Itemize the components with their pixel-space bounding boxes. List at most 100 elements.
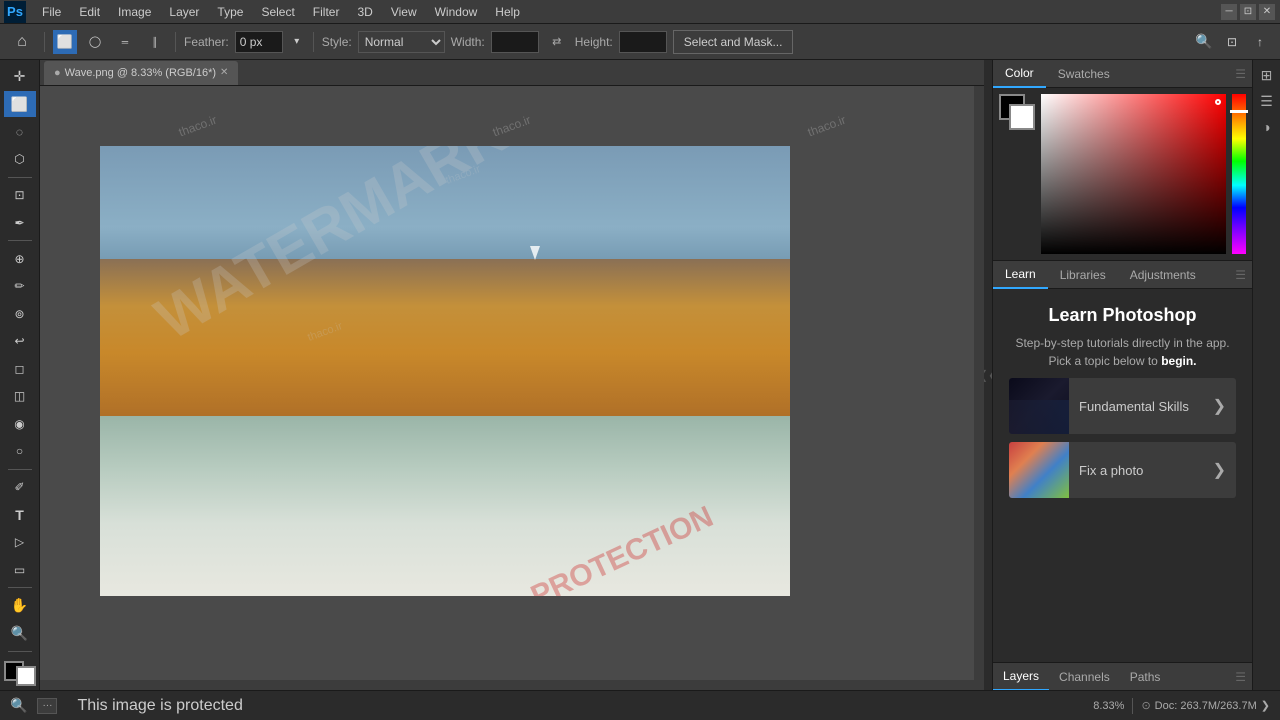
close-button[interactable]: ✕ [1259, 4, 1275, 20]
layers-panel-menu[interactable]: ☰ [1235, 663, 1252, 691]
marquee-ellipse-tool[interactable]: ◯ [83, 30, 107, 54]
search-icon[interactable]: 🔍 [10, 697, 27, 714]
history-tool[interactable]: ↩ [4, 329, 36, 354]
ps-logo: Ps [4, 1, 26, 23]
layers-panel: Layers Channels Paths ☰ [993, 662, 1252, 690]
menu-window[interactable]: Window [427, 1, 486, 23]
menu-filter[interactable]: Filter [305, 1, 348, 23]
right-panel: Color Swatches ☰ [992, 60, 1252, 690]
gradient-tool[interactable]: ◫ [4, 383, 36, 408]
brush-tool[interactable]: ✏ [4, 274, 36, 299]
tab-channels[interactable]: Channels [1049, 663, 1120, 691]
style-select[interactable]: Normal Fixed Ratio Fixed Size [358, 31, 445, 53]
menu-help[interactable]: Help [487, 1, 528, 23]
hand-tool[interactable]: ✋ [4, 593, 36, 618]
width-input[interactable] [491, 31, 539, 53]
more-button[interactable]: ··· [37, 698, 57, 714]
healing-tool[interactable]: ⊕ [4, 246, 36, 271]
document-tab[interactable]: ● Wave.png @ 8.33% (RGB/16*) ✕ [44, 61, 238, 85]
tab-swatches[interactable]: Swatches [1046, 60, 1122, 88]
single-col-tool[interactable]: ║ [143, 30, 167, 54]
background-color[interactable] [16, 666, 36, 686]
quick-select-tool[interactable]: ⬡ [4, 146, 36, 171]
tab-libraries[interactable]: Libraries [1048, 261, 1118, 289]
layers-tab-bar: Layers Channels Paths ☰ [993, 663, 1252, 691]
select-mask-button[interactable]: Select and Mask... [673, 30, 794, 54]
menu-image[interactable]: Image [110, 1, 159, 23]
menu-layer[interactable]: Layer [161, 1, 207, 23]
color-gradient-field[interactable] [1041, 94, 1226, 254]
color-picker-gradient[interactable] [1041, 94, 1226, 254]
menu-3d[interactable]: 3D [349, 1, 380, 23]
hue-slider[interactable] [1232, 94, 1246, 254]
shape-tool[interactable]: ▭ [4, 557, 36, 582]
learn-panel-content: Learn Photoshop Step-by-step tutorials d… [993, 289, 1252, 662]
card-arrow-fixphoto: ❯ [1203, 460, 1236, 480]
tool-separator-3 [8, 469, 32, 470]
tab-adjustments[interactable]: Adjustments [1118, 261, 1208, 289]
feather-label: Feather: [184, 35, 229, 49]
canvas-scrollbar-vertical[interactable] [974, 86, 984, 690]
zoom-level: 8.33% [1093, 700, 1124, 712]
feather-arrow[interactable]: ▾ [289, 30, 305, 54]
learn-card-fundamental[interactable]: Fundamental Skills ❯ [1009, 378, 1236, 434]
options-toolbar: ⌂ ⬜ ◯ ═ ║ Feather: ▾ Style: Normal Fixed… [0, 24, 1280, 60]
eraser-tool[interactable]: ◻ [4, 356, 36, 381]
panel-collapse-handle[interactable]: ❮❮ [984, 60, 992, 690]
move-tool[interactable]: ✛ [4, 64, 36, 89]
menu-type[interactable]: Type [209, 1, 251, 23]
share-button[interactable]: ↑ [1248, 30, 1272, 54]
menu-file[interactable]: File [34, 1, 69, 23]
blur-tool[interactable]: ◉ [4, 411, 36, 436]
menu-view[interactable]: View [383, 1, 425, 23]
clone-tool[interactable]: ⊚ [4, 301, 36, 326]
height-label: Height: [575, 35, 613, 49]
home-button[interactable]: ⌂ [8, 28, 36, 56]
pen-tool[interactable]: ✐ [4, 475, 36, 500]
tab-color[interactable]: Color [993, 60, 1046, 88]
eyedropper-tool[interactable]: ✒ [4, 210, 36, 235]
canvas-scrollbar-horizontal[interactable] [40, 680, 974, 690]
single-row-tool[interactable]: ═ [113, 30, 137, 54]
height-input[interactable] [619, 31, 667, 53]
feather-input[interactable] [235, 31, 283, 53]
arrange-button[interactable]: ⊡ [1220, 30, 1244, 54]
card-arrow-fundamental: ❯ [1203, 396, 1236, 416]
color-panel-menu[interactable]: ☰ [1235, 60, 1252, 87]
learn-panel-menu[interactable]: ☰ [1235, 261, 1252, 288]
swap-dimensions-btn[interactable]: ⇄ [545, 30, 569, 54]
marquee-tool[interactable]: ⬜ [4, 91, 36, 116]
zoom-tool[interactable]: 🔍 [4, 621, 36, 646]
color-panel: Color Swatches ☰ [993, 60, 1252, 261]
tab-close-button[interactable]: ✕ [220, 67, 228, 78]
right-icon-strip: ⊞ ☰ ◑ [1252, 60, 1280, 690]
menu-edit[interactable]: Edit [71, 1, 108, 23]
learn-card-fixphoto[interactable]: Fix a photo ❯ [1009, 442, 1236, 498]
tab-learn[interactable]: Learn [993, 261, 1048, 289]
tab-paths[interactable]: Paths [1120, 663, 1171, 691]
menu-select[interactable]: Select [253, 1, 302, 23]
tool-separator-4 [8, 587, 32, 588]
toolbar-separator-3 [313, 32, 314, 52]
style-label: Style: [322, 35, 352, 49]
background-color-swatch[interactable] [1009, 104, 1035, 130]
adjustments-icon-btn[interactable]: ◑ [1256, 116, 1278, 138]
layers-icon-btn[interactable]: ⊞ [1256, 64, 1278, 86]
card-thumbnail-fundamental [1009, 378, 1069, 434]
tab-layers[interactable]: Layers [993, 663, 1049, 691]
crop-tool[interactable]: ⊡ [4, 183, 36, 208]
marquee-rect-tool[interactable]: ⬜ [53, 30, 77, 54]
properties-icon-btn[interactable]: ☰ [1256, 90, 1278, 112]
canvas-wrapper[interactable]: thaco.ir thaco.ir thaco.ir WATERMARK tha… [40, 86, 984, 690]
main-area: ✛ ⬜ ◌ ⬡ ⊡ ✒ ⊕ ✏ ⊚ ↩ ◻ ◫ ◉ ○ ✐ T ▷ ▭ ✋ 🔍 [0, 60, 1280, 690]
dodge-tool[interactable]: ○ [4, 438, 36, 463]
color-picker-indicator [1215, 99, 1221, 105]
text-tool[interactable]: T [4, 502, 36, 527]
maximize-button[interactable]: ⊡ [1240, 4, 1256, 20]
search-button[interactable]: 🔍 [1192, 30, 1216, 54]
minimize-button[interactable]: ─ [1221, 4, 1237, 20]
hue-indicator [1230, 110, 1248, 113]
path-select-tool[interactable]: ▷ [4, 529, 36, 554]
color-panel-content [993, 88, 1252, 260]
lasso-tool[interactable]: ◌ [4, 119, 36, 144]
